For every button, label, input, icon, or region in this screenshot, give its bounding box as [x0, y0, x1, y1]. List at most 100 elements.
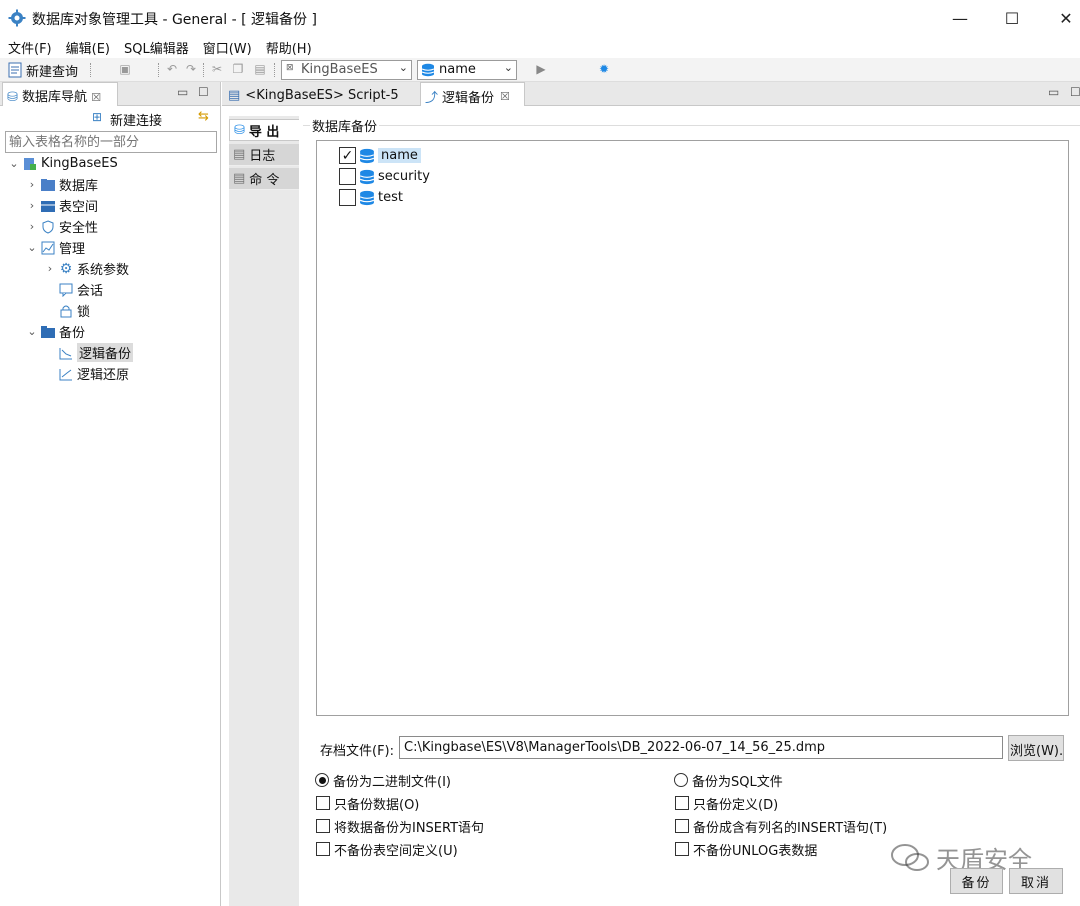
checkbox-insert-statements[interactable]: 将数据备份为INSERT语句 [316, 816, 484, 836]
tree-label: KingBaseES [41, 156, 118, 171]
database-icon [359, 169, 375, 184]
db-checkbox[interactable] [339, 189, 356, 206]
debug-bug-icon[interactable]: ✹ [596, 62, 612, 78]
close-tab-icon[interactable]: ☒ [91, 91, 101, 104]
tree-item-session[interactable]: 会话 [56, 279, 103, 300]
maximize-view-icon[interactable]: ☐ [198, 85, 209, 99]
connection-icon: ⊠ [286, 63, 294, 73]
db-checkbox[interactable] [339, 168, 356, 185]
checkbox-indicator[interactable] [316, 796, 330, 810]
cut-icon[interactable]: ✂ [209, 62, 225, 78]
chevron-right-icon[interactable]: › [26, 220, 38, 233]
maximize-view-icon[interactable]: ☐ [1070, 85, 1080, 99]
command-icon: ▤ [233, 171, 246, 186]
cancel-button[interactable]: 取消 [1009, 868, 1063, 894]
commit-icon[interactable]: ▣ [117, 62, 133, 78]
checkbox-no-tablespace[interactable]: 不备份表空间定义(U) [316, 839, 458, 859]
radio-sql-label: 备份为SQL文件 [692, 774, 783, 790]
folder-icon [40, 324, 56, 340]
checkbox-indicator[interactable] [675, 796, 689, 810]
tree-item-system-params[interactable]: › ⚙ 系统参数 [44, 258, 129, 279]
navigator-filter-input[interactable] [5, 131, 217, 153]
checkbox-indicator[interactable] [316, 819, 330, 833]
chevron-right-icon[interactable]: › [26, 199, 38, 212]
database-checklist[interactable]: ✓ name security test [316, 140, 1069, 716]
execute-icon[interactable]: ▶ [533, 62, 549, 78]
session-chat-icon [58, 282, 74, 298]
browse-button[interactable]: 浏览(W)... [1008, 735, 1064, 761]
minimize-button[interactable]: — [933, 0, 987, 36]
backup-button[interactable]: 备份 [950, 868, 1003, 894]
menu-file[interactable]: 文件(F) [0, 36, 58, 58]
minimize-view-icon[interactable]: ▭ [1048, 85, 1059, 99]
database-backup-group-title: 数据库备份 [310, 116, 380, 135]
link-editor-icon[interactable]: ⇆ [198, 109, 209, 124]
tab-logical-backup[interactable]: ⤴ 逻辑备份 ☒ [420, 82, 525, 106]
navigator-tab-bar: ⛁ 数据库导航 ☒ ▭ ☐ [0, 82, 220, 106]
side-tab-export[interactable]: ⛁ 导 出 [229, 119, 299, 141]
tree-item-kingbasees[interactable]: ⌄ KingBaseES [8, 153, 118, 174]
menu-sql-editor[interactable]: SQL编辑器 [116, 36, 195, 58]
server-icon [22, 156, 38, 172]
undo-icon[interactable]: ↶ [164, 62, 180, 78]
navigator-actions: ⊞ 新建连接 ⇆ [0, 107, 220, 129]
maximize-button[interactable]: ☐ [985, 0, 1039, 36]
tab-script-5[interactable]: ▤ <KingBaseES> Script-5 [224, 82, 420, 106]
side-tab-command[interactable]: ▤ 命 令 [229, 168, 299, 190]
tree-item-logical-restore[interactable]: 逻辑还原 [56, 363, 129, 384]
db-checkbox[interactable]: ✓ [339, 147, 356, 164]
tree-item-management[interactable]: ⌄ 管理 [26, 237, 85, 258]
chevron-down-icon[interactable]: ⌄ [26, 325, 38, 338]
shield-icon [40, 219, 56, 235]
db-item-security[interactable]: security [339, 166, 430, 187]
checkbox-indicator[interactable] [675, 842, 689, 856]
toolbar-separator [158, 63, 159, 77]
chevron-right-icon[interactable]: › [26, 178, 38, 191]
group-divider [303, 125, 1080, 126]
archive-file-input[interactable] [399, 736, 1003, 759]
tree-item-backup[interactable]: ⌄ 备份 [26, 321, 85, 342]
new-connection-button[interactable]: 新建连接 [110, 110, 162, 129]
connection-select[interactable]: ⊠ KingBaseES ⌄ [281, 60, 412, 80]
menu-window[interactable]: 窗口(W) [195, 36, 258, 58]
minimize-view-icon[interactable]: ▭ [177, 85, 188, 99]
toolbar-separator [203, 63, 204, 77]
copy-icon[interactable]: ❐ [230, 62, 246, 78]
tree-item-database[interactable]: › 数据库 [26, 174, 98, 195]
tab-database-navigator[interactable]: ⛁ 数据库导航 ☒ [2, 82, 118, 106]
checkbox-only-definition[interactable]: 只备份定义(D) [675, 793, 778, 813]
database-select[interactable]: name ⌄ [417, 60, 517, 80]
menu-edit[interactable]: 编辑(E) [58, 36, 116, 58]
redo-icon[interactable]: ↷ [183, 62, 199, 78]
tree-item-security[interactable]: › 安全性 [26, 216, 98, 237]
chevron-down-icon[interactable]: ⌄ [8, 157, 20, 170]
radio-sql-file[interactable]: 备份为SQL文件 [674, 770, 783, 790]
checkbox-no-unlog[interactable]: 不备份UNLOG表数据 [675, 839, 817, 859]
radio-indicator[interactable] [674, 773, 688, 787]
toolbar: 新建查询 ▣ ↶ ↷ ✂ ❐ ▤ ⊠ KingBaseES ⌄ name ⌄ ▶… [0, 58, 1080, 82]
toolbar-separator [90, 63, 91, 77]
side-tab-log[interactable]: ▤ 日志 [229, 144, 299, 166]
close-button[interactable]: ✕ [1039, 0, 1080, 36]
tree-label: 逻辑备份 [77, 343, 134, 362]
tree-item-lock[interactable]: 锁 [56, 300, 90, 321]
tree-item-tablespace[interactable]: › 表空间 [26, 195, 98, 216]
close-tab-icon[interactable]: ☒ [500, 90, 510, 103]
app-gear-icon [8, 9, 26, 27]
menu-help[interactable]: 帮助(H) [258, 36, 318, 58]
checkbox-indicator[interactable] [316, 842, 330, 856]
radio-binary-file[interactable]: 备份为二进制文件(I) [315, 770, 451, 790]
paste-icon[interactable]: ▤ [252, 62, 268, 78]
tree-item-logical-backup[interactable]: 逻辑备份 [56, 342, 134, 363]
script-icon: ▤ [228, 88, 241, 103]
new-query-button[interactable]: 新建查询 [26, 61, 78, 80]
db-item-test[interactable]: test [339, 187, 403, 208]
only-data-label: 只备份数据(O) [334, 797, 420, 813]
chevron-down-icon[interactable]: ⌄ [26, 241, 38, 254]
checkbox-only-data[interactable]: 只备份数据(O) [316, 793, 419, 813]
db-item-name[interactable]: ✓ name [339, 145, 421, 166]
checkbox-indicator[interactable] [675, 819, 689, 833]
chevron-right-icon[interactable]: › [44, 262, 56, 275]
checkbox-insert-with-columns[interactable]: 备份成含有列名的INSERT语句(T) [675, 816, 887, 836]
radio-indicator[interactable] [315, 773, 329, 787]
